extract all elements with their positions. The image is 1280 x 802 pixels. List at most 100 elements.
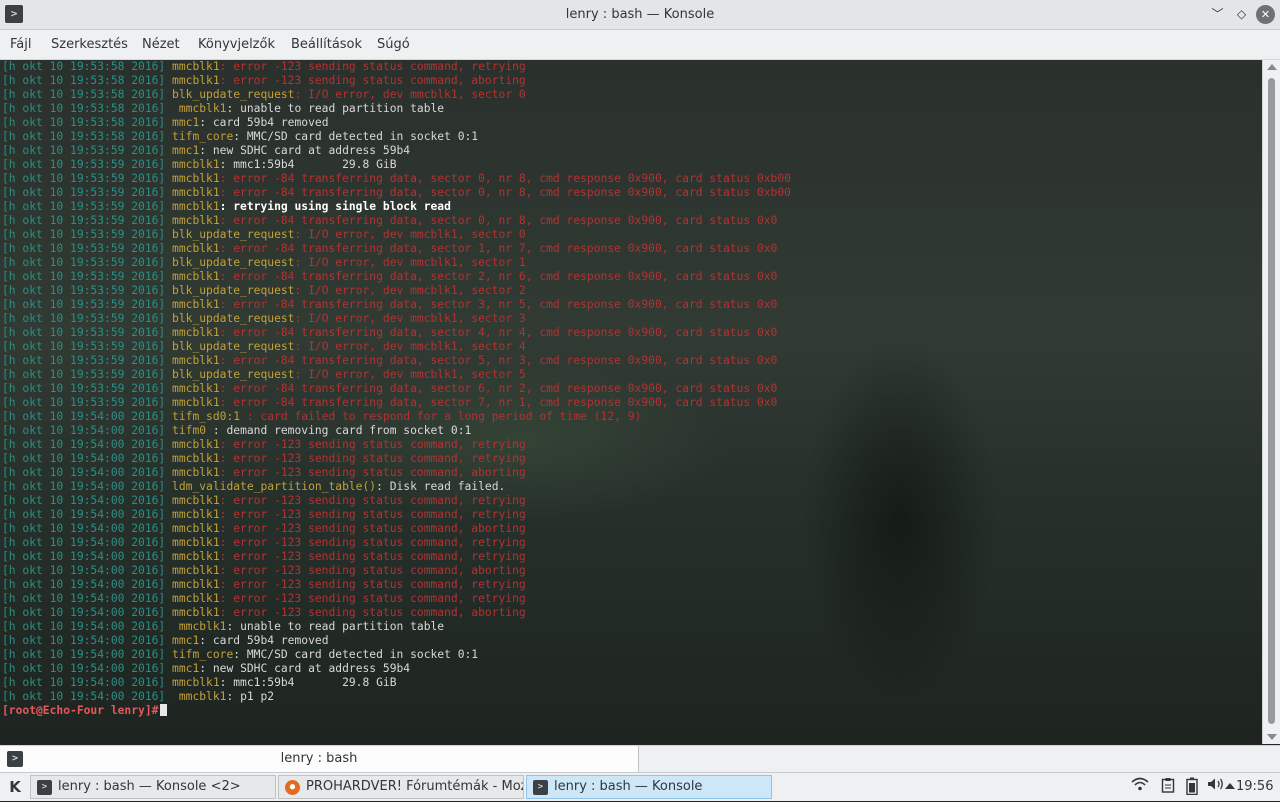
terminal-line: [h okt 10 19:54:00 2016] mmcblk1: error … [2, 452, 526, 465]
log-message: : I/O error, dev mmcblk1, sector 5 [294, 368, 526, 381]
task-konsole[interactable]: > lenry : bash — Konsole [526, 775, 772, 799]
log-source: mmcblk1 [172, 508, 220, 521]
log-timestamp: [h okt 10 19:54:00 2016] [2, 648, 166, 661]
scroll-down-icon[interactable] [1267, 734, 1277, 740]
log-source: blk_update_request [172, 228, 295, 241]
terminal-line: [h okt 10 19:53:59 2016] blk_update_requ… [2, 340, 526, 353]
log-message: : error -84 transferring data, sector 6,… [219, 382, 778, 395]
firefox-icon: ● [285, 780, 300, 795]
log-timestamp: [h okt 10 19:53:59 2016] [2, 382, 166, 395]
clock[interactable]: 19:56 [1236, 773, 1273, 801]
log-timestamp: [h okt 10 19:53:59 2016] [2, 186, 166, 199]
battery-icon[interactable] [1182, 777, 1202, 797]
close-button[interactable]: ✕ [1256, 5, 1275, 24]
up-arrow-icon[interactable] [1211, 777, 1235, 797]
log-source: mmcblk1 [172, 564, 220, 577]
menu-help[interactable]: Súgó [377, 30, 410, 59]
terminal-line: [h okt 10 19:53:59 2016] mmcblk1: error … [2, 214, 777, 227]
log-message: : I/O error, dev mmcblk1, sector 0 [294, 228, 526, 241]
log-source: mmcblk1 [172, 494, 220, 507]
log-source: mmcblk1 [172, 326, 220, 339]
shell-prompt: [root@Echo-Four lenry]# [2, 704, 159, 717]
log-timestamp: [h okt 10 19:54:00 2016] [2, 634, 166, 647]
log-timestamp: [h okt 10 19:54:00 2016] [2, 620, 166, 633]
log-message: : error -123 sending status command, ret… [219, 452, 526, 465]
log-message: : I/O error, dev mmcblk1, sector 4 [294, 340, 526, 353]
log-source: ldm_validate_partition_table() [172, 480, 377, 493]
terminal-line: [h okt 10 19:53:59 2016] mmcblk1: retryi… [2, 200, 451, 213]
log-source: mmcblk1 [172, 690, 227, 703]
terminal-line: [h okt 10 19:54:00 2016] mmcblk1: error … [2, 508, 526, 521]
log-message: : error -123 sending status command, abo… [219, 522, 526, 535]
log-timestamp: [h okt 10 19:53:58 2016] [2, 102, 166, 115]
terminal-line: [h okt 10 19:54:00 2016] mmcblk1: error … [2, 606, 526, 619]
log-timestamp: [h okt 10 19:54:00 2016] [2, 592, 166, 605]
log-source: mmcblk1 [172, 186, 220, 199]
log-message: : error -123 sending status command, abo… [219, 564, 526, 577]
terminal-line: [h okt 10 19:53:59 2016] mmcblk1: error … [2, 242, 777, 255]
menu-settings[interactable]: Beállítások [291, 30, 362, 59]
log-message: : error -123 sending status command, ret… [219, 536, 526, 549]
terminal-line: [h okt 10 19:53:59 2016] blk_update_requ… [2, 312, 526, 325]
log-timestamp: [h okt 10 19:53:58 2016] [2, 116, 166, 129]
menu-bookmarks[interactable]: Könyvjelzők [198, 30, 275, 59]
scroll-up-icon[interactable] [1267, 64, 1277, 70]
window-titlebar[interactable]: > lenry : bash — Konsole ﹀ ◇ ✕ [0, 0, 1280, 30]
log-source: mmcblk1 [172, 270, 220, 283]
log-source: tifm0 [172, 424, 207, 437]
log-message: : mmc1:59b4 29.8 GiB [219, 676, 397, 689]
text-cursor[interactable] [160, 704, 168, 716]
log-message: : error -84 transferring data, sector 3,… [219, 298, 778, 311]
log-message: : error -123 sending status command, abo… [219, 466, 526, 479]
log-message: : error -123 sending status command, abo… [219, 74, 526, 87]
menu-edit[interactable]: Szerkesztés [51, 30, 128, 59]
terminal-line: [h okt 10 19:54:00 2016] mmcblk1: mmc1:5… [2, 676, 397, 689]
log-message: : demand removing card from socket 0:1 [206, 424, 472, 437]
kde-launcher-icon[interactable]: K [6, 778, 24, 796]
terminal-output[interactable]: [h okt 10 19:53:58 2016] mmcblk1: error … [0, 60, 1262, 744]
terminal-line: [h okt 10 19:54:00 2016] tifm_sd0:1 : ca… [2, 410, 641, 423]
log-source: mmc1 [172, 144, 200, 157]
log-message: : card failed to respond for a long peri… [240, 410, 642, 423]
wifi-icon[interactable] [1130, 777, 1150, 797]
log-timestamp: [h okt 10 19:54:00 2016] [2, 550, 166, 563]
log-source: blk_update_request [172, 256, 295, 269]
task-firefox[interactable]: ● PROHARDVER! Fórumtémák - Moz... [278, 775, 524, 799]
task-label: lenry : bash — Konsole <2> [58, 779, 241, 794]
log-source: blk_update_request [172, 284, 295, 297]
log-timestamp: [h okt 10 19:54:00 2016] [2, 676, 166, 689]
menu-file[interactable]: Fájl [10, 30, 31, 59]
maximize-button[interactable]: ◇ [1232, 5, 1251, 24]
terminal-line: [h okt 10 19:54:00 2016] mmcblk1: error … [2, 522, 526, 535]
terminal-line: [h okt 10 19:53:58 2016] blk_update_requ… [2, 88, 526, 101]
task-konsole-2[interactable]: > lenry : bash — Konsole <2> [30, 775, 276, 799]
log-timestamp: [h okt 10 19:54:00 2016] [2, 662, 166, 675]
terminal-scrollbar[interactable] [1262, 60, 1280, 744]
log-message: : error -123 sending status command, ret… [219, 578, 526, 591]
terminal-line: [h okt 10 19:54:00 2016] mmcblk1: unable… [2, 620, 444, 633]
log-timestamp: [h okt 10 19:54:00 2016] [2, 480, 166, 493]
log-source: mmc1 [172, 662, 200, 675]
log-source: mmcblk1 [172, 60, 220, 73]
log-message: : error -123 sending status command, ret… [219, 438, 526, 451]
log-timestamp: [h okt 10 19:54:00 2016] [2, 508, 166, 521]
scrollbar-thumb[interactable] [1268, 78, 1275, 724]
minimize-button[interactable]: ﹀ [1208, 5, 1227, 24]
tab-lenry-bash[interactable]: > lenry : bash [0, 746, 639, 772]
log-timestamp: [h okt 10 19:54:00 2016] [2, 522, 166, 535]
terminal-text[interactable]: [h okt 10 19:53:58 2016] mmcblk1: error … [2, 60, 791, 718]
log-source: blk_update_request [172, 312, 295, 325]
log-timestamp: [h okt 10 19:53:59 2016] [2, 228, 166, 241]
clipboard-icon[interactable] [1158, 777, 1178, 797]
log-source: mmcblk1 [172, 536, 220, 549]
terminal-icon: > [533, 780, 548, 795]
log-message: : error -123 sending status command, abo… [219, 606, 526, 619]
log-source: mmcblk1 [172, 550, 220, 563]
log-timestamp: [h okt 10 19:54:00 2016] [2, 494, 166, 507]
menu-view[interactable]: Nézet [142, 30, 180, 59]
terminal-line: [h okt 10 19:54:00 2016] mmcblk1: error … [2, 536, 526, 549]
log-source: tifm_core [172, 130, 234, 143]
log-source: blk_update_request [172, 368, 295, 381]
log-message: : new SDHC card at address 59b4 [199, 662, 411, 675]
log-source: mmcblk1 [172, 298, 220, 311]
